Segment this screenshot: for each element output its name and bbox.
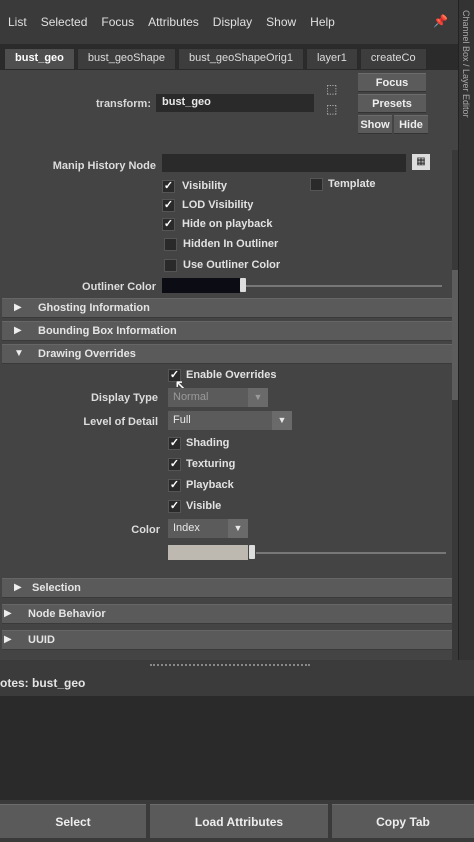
color-label: Color [131, 524, 160, 536]
menu-display[interactable]: Display [213, 15, 252, 29]
visible-label: Visible [186, 500, 222, 512]
notes-label: otes: bust_geo [0, 676, 86, 690]
section-ghosting[interactable]: ▶ Ghosting Information [2, 298, 452, 318]
menu-focus[interactable]: Focus [101, 15, 134, 29]
color-mode-dropdown[interactable]: Index ▼ [168, 519, 248, 538]
color-mode-value: Index [173, 522, 200, 534]
section-bounding-box[interactable]: ▶ Bounding Box Information [2, 321, 452, 341]
pin-icon[interactable]: 📌 [433, 14, 448, 28]
hidden-in-outliner-checkbox[interactable] [164, 238, 177, 251]
grid-icon[interactable]: ▦ [412, 154, 430, 170]
menu-help[interactable]: Help [310, 15, 335, 29]
scrollbar-track[interactable] [452, 150, 458, 660]
tab-bust-geo-shape-orig[interactable]: bust_geoShapeOrig1 [177, 48, 304, 70]
transform-name-field[interactable]: bust_geo [156, 94, 314, 112]
override-color-swatch[interactable] [168, 545, 248, 560]
outliner-color-swatch[interactable] [162, 278, 240, 293]
menu-selected[interactable]: Selected [41, 15, 88, 29]
visibility-label: Visibility [182, 180, 228, 192]
template-label: Template [328, 178, 376, 190]
outliner-color-slider-track[interactable] [246, 285, 442, 287]
chevron-down-icon: ▼ [228, 519, 248, 538]
hide-on-playback-label: Hide on playback [182, 218, 273, 230]
notes-textarea[interactable] [0, 696, 474, 800]
transform-header: transform: bust_geo ⬚ ⬚ Focus Presets Sh… [0, 70, 458, 150]
section-bounding-box-title: Bounding Box Information [38, 325, 177, 337]
enable-overrides-label: Enable Overrides [186, 369, 277, 381]
use-outliner-color-label: Use Outliner Color [183, 259, 281, 271]
use-outliner-color-checkbox[interactable] [164, 259, 177, 272]
playback-checkbox[interactable]: ✓ [168, 479, 181, 492]
expand-arrow-icon: ▶ [4, 634, 12, 645]
expand-arrow-icon: ▶ [14, 325, 22, 336]
resize-grip-icon[interactable] [150, 664, 310, 666]
manip-history-label: Manip History Node [52, 160, 156, 172]
override-color-slider-handle[interactable] [249, 545, 255, 559]
section-uuid[interactable]: ▶ UUID [2, 630, 452, 650]
expand-arrow-icon: ▶ [4, 608, 12, 619]
node-tabs: bust_geo bust_geoShape bust_geoShapeOrig… [4, 48, 458, 70]
section-selection[interactable]: ▶ Selection [2, 578, 452, 598]
hide-on-playback-checkbox[interactable]: ✓ [162, 218, 175, 231]
section-drawing-overrides-title: Drawing Overrides [38, 348, 136, 360]
notes-header: otes: bust_geo [0, 660, 474, 696]
presets-button[interactable]: Presets [358, 94, 426, 113]
section-node-behavior[interactable]: ▶ Node Behavior [2, 604, 452, 624]
expand-arrow-icon: ▶ [14, 582, 22, 593]
override-color-slider-track[interactable] [256, 552, 446, 554]
lod-visibility-label: LOD Visibility [182, 199, 254, 211]
expand-arrow-icon: ▶ [14, 302, 22, 313]
transform-label: transform: [96, 98, 152, 110]
section-drawing-overrides[interactable]: ▼ Drawing Overrides [2, 344, 452, 364]
visible-checkbox[interactable]: ✓ [168, 500, 181, 513]
output-connection-icon[interactable]: ⬚ [326, 102, 346, 118]
chevron-down-icon: ▼ [248, 388, 268, 407]
tab-create-co[interactable]: createCo [359, 48, 427, 70]
section-uuid-title: UUID [28, 634, 55, 646]
display-type-dropdown[interactable]: Normal ▼ [168, 388, 268, 407]
menu-bar: List Selected Focus Attributes Display S… [0, 0, 474, 44]
visibility-checkbox[interactable]: ✓ [162, 180, 175, 193]
menu-attributes[interactable]: Attributes [148, 15, 199, 29]
section-node-behavior-title: Node Behavior [28, 608, 106, 620]
level-of-detail-value: Full [173, 414, 191, 426]
outliner-color-slider-handle[interactable] [240, 278, 246, 292]
texturing-label: Texturing [186, 458, 236, 470]
playback-label: Playback [186, 479, 234, 491]
display-type-label: Display Type [90, 392, 158, 404]
bottom-bar: Select Load Attributes Copy Tab [0, 800, 474, 842]
texturing-checkbox[interactable]: ✓ [168, 458, 181, 471]
collapse-arrow-icon: ▼ [14, 348, 24, 359]
display-type-value: Normal [173, 391, 209, 403]
lod-visibility-checkbox[interactable]: ✓ [162, 199, 175, 212]
load-attributes-button[interactable]: Load Attributes [150, 804, 328, 838]
section-selection-title: Selection [32, 582, 81, 594]
select-button[interactable]: Select [0, 804, 146, 838]
menu-list[interactable]: List [8, 15, 27, 29]
manip-history-field[interactable] [162, 154, 406, 172]
tab-layer1[interactable]: layer1 [305, 48, 358, 70]
menu-show[interactable]: Show [266, 15, 296, 29]
shading-label: Shading [186, 437, 230, 449]
level-of-detail-dropdown[interactable]: Full ▼ [168, 411, 292, 430]
show-button[interactable]: Show [358, 115, 392, 134]
hidden-in-outliner-label: Hidden In Outliner [183, 238, 279, 250]
shading-checkbox[interactable]: ✓ [168, 437, 181, 450]
tab-bust-geo-shape[interactable]: bust_geoShape [76, 48, 176, 70]
chevron-down-icon: ▼ [272, 411, 292, 430]
scrollbar-thumb[interactable] [452, 270, 458, 400]
tab-bust-geo[interactable]: bust_geo [4, 48, 75, 70]
hide-button[interactable]: Hide [394, 115, 428, 134]
focus-button[interactable]: Focus [358, 73, 426, 92]
channel-box-label: Channel Box / Layer Editor [461, 10, 471, 118]
outliner-color-label: Outliner Color [82, 281, 156, 293]
section-ghosting-title: Ghosting Information [38, 302, 150, 314]
input-connection-icon[interactable]: ⬚ [326, 82, 346, 98]
template-checkbox[interactable] [310, 178, 323, 191]
copy-tab-button[interactable]: Copy Tab [332, 804, 474, 838]
level-of-detail-label: Level of Detail [83, 416, 158, 428]
